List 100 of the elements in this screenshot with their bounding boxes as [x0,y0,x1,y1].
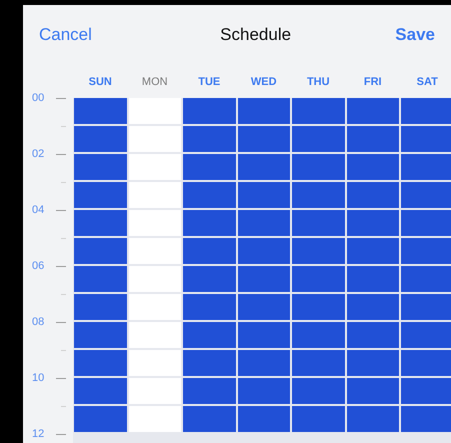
schedule-cell[interactable] [292,406,344,432]
cancel-button[interactable]: Cancel [39,22,92,48]
hour-label: 02 [31,148,46,160]
schedule-cell[interactable] [401,238,451,264]
schedule-cell[interactable] [74,154,126,180]
schedule-cell[interactable] [346,98,399,124]
schedule-cell[interactable] [128,98,181,124]
schedule-cell[interactable] [292,98,344,124]
schedule-cell[interactable] [238,238,290,264]
schedule-cell[interactable] [183,406,236,432]
schedule-cell[interactable] [238,294,290,320]
schedule-cell[interactable] [401,182,451,208]
schedule-cell[interactable] [346,182,399,208]
schedule-cell[interactable] [128,126,181,152]
schedule-cell[interactable] [128,350,181,376]
schedule-cell[interactable] [292,238,344,264]
schedule-cell[interactable] [292,378,344,404]
schedule-cell[interactable] [346,266,399,292]
day-header[interactable]: MON [128,74,182,90]
schedule-cell[interactable] [74,406,126,432]
schedule-cell[interactable] [74,126,126,152]
schedule-cell[interactable] [238,322,290,348]
schedule-cell[interactable] [183,294,236,320]
schedule-cell[interactable] [183,154,236,180]
schedule-cell[interactable] [346,378,399,404]
schedule-cell[interactable] [128,154,181,180]
schedule-cell[interactable] [74,378,126,404]
schedule-cell[interactable] [401,266,451,292]
schedule-cell[interactable] [183,210,236,236]
schedule-cell[interactable] [238,406,290,432]
schedule-cell[interactable] [346,238,399,264]
schedule-cell[interactable] [346,322,399,348]
schedule-cell[interactable] [128,266,181,292]
schedule-cell[interactable] [401,126,451,152]
schedule-cell[interactable] [128,210,181,236]
schedule-cell[interactable] [74,98,126,124]
schedule-cell[interactable] [128,406,181,432]
schedule-cell[interactable] [183,98,236,124]
schedule-cell[interactable] [74,210,126,236]
day-header[interactable]: SUN [73,74,128,90]
schedule-cell[interactable] [183,322,236,348]
schedule-cell[interactable] [401,406,451,432]
schedule-cell[interactable] [183,182,236,208]
schedule-cell[interactable] [292,266,344,292]
schedule-cell[interactable] [128,378,181,404]
schedule-cell[interactable] [346,210,399,236]
schedule-cell[interactable] [401,378,451,404]
schedule-cell[interactable] [292,210,344,236]
schedule-cell[interactable] [128,238,181,264]
schedule-cell[interactable] [128,322,181,348]
screen-title: Schedule [220,24,292,46]
schedule-cell[interactable] [292,322,344,348]
schedule-cell[interactable] [346,294,399,320]
schedule-cell[interactable] [238,210,290,236]
schedule-cell[interactable] [128,182,181,208]
schedule-cell[interactable] [292,350,344,376]
hour-label: 08 [31,316,46,328]
schedule-cell[interactable] [238,154,290,180]
schedule-cell[interactable] [74,238,126,264]
schedule-cell[interactable] [74,182,126,208]
day-header[interactable]: FRI [346,74,400,90]
schedule-cell[interactable] [128,294,181,320]
day-header[interactable]: TUE [182,74,236,90]
schedule-cell[interactable] [183,266,236,292]
schedule-cell[interactable] [401,210,451,236]
schedule-cell[interactable] [183,350,236,376]
schedule-cell[interactable] [183,126,236,152]
hour-label: 06 [31,260,46,272]
schedule-cell[interactable] [401,294,451,320]
schedule-cell[interactable] [183,378,236,404]
schedule-cell[interactable] [238,98,290,124]
schedule-cell[interactable] [74,294,126,320]
save-button[interactable]: Save [395,22,435,48]
schedule-cell[interactable] [238,378,290,404]
schedule-cell[interactable] [401,98,451,124]
schedule-cell[interactable] [238,350,290,376]
schedule-cell[interactable] [183,238,236,264]
schedule-cell[interactable] [292,182,344,208]
schedule-cell[interactable] [238,266,290,292]
schedule-cell[interactable] [346,154,399,180]
schedule-cell[interactable] [346,406,399,432]
schedule-cell[interactable] [346,350,399,376]
day-header[interactable]: SAT [400,74,451,90]
schedule-cell[interactable] [74,350,126,376]
schedule-cell[interactable] [292,154,344,180]
schedule-cell[interactable] [401,322,451,348]
schedule-cell[interactable] [238,126,290,152]
schedule-cell[interactable] [292,126,344,152]
hour-label: 10 [31,372,46,384]
day-header[interactable]: THU [291,74,346,90]
schedule-cell[interactable] [292,294,344,320]
day-header[interactable]: WED [236,74,291,90]
schedule-cell[interactable] [238,182,290,208]
schedule-cell[interactable] [401,154,451,180]
hour-label: 12 [31,428,46,440]
schedule-cell[interactable] [346,126,399,152]
schedule-cell[interactable] [401,350,451,376]
schedule-cell[interactable] [74,266,126,292]
schedule-cell[interactable] [74,322,126,348]
hour-label: 04 [31,204,46,216]
